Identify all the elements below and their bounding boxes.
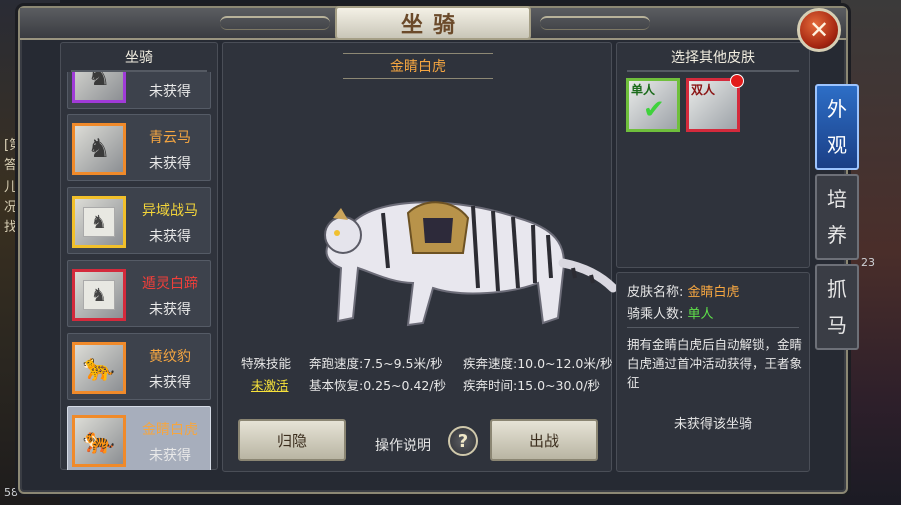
horse-card-icon: ♞ <box>72 269 126 321</box>
info-divider <box>627 327 799 328</box>
header-divider <box>627 70 799 72</box>
skin-name-value: 金睛白虎 <box>687 285 740 300</box>
white-tiger-model[interactable] <box>313 173 623 338</box>
skill-inactive-link[interactable]: 未激活 <box>251 375 289 394</box>
mount-status: 未获得 <box>149 375 191 391</box>
mount-list-item[interactable]: ♞ 未获得 <box>67 72 211 109</box>
close-icon: ✕ <box>808 16 830 44</box>
mount-list-item[interactable]: ♞ 异域战马 未获得 <box>67 187 211 254</box>
special-skill-label: 特殊技能 <box>241 356 292 371</box>
mount-name: 遁灵白蹄 <box>142 276 198 292</box>
leopard-icon: 🐆 <box>72 342 126 394</box>
skin-info-panel: 皮肤名称: 金睛白虎 骑乘人数: 单人 拥有金睛白虎后自动解锁，金睛白虎通过首冲… <box>616 272 810 472</box>
tab-label: 培 <box>827 187 847 211</box>
mount-name: 金睛白虎 <box>142 422 198 438</box>
mount-name: 青云马 <box>149 130 191 146</box>
skin-name-label: 皮肤名称: <box>627 285 684 300</box>
close-button[interactable]: ✕ <box>797 8 841 52</box>
mount-status: 未获得 <box>149 84 191 100</box>
tab-label: 外 <box>827 97 847 121</box>
mount-status: 未获得 <box>149 302 191 318</box>
window-title: 坐骑 <box>335 6 531 40</box>
sprint-time: 疾奔时间:15.0~30.0/秒 <box>463 378 601 393</box>
tab-label: 养 <box>827 223 847 247</box>
ownership-status: 未获得该坐骑 <box>673 417 752 432</box>
ride-button[interactable]: 出战 <box>490 419 598 461</box>
skin-name-row: 皮肤名称: 金睛白虎 <box>627 281 740 300</box>
title-bar: 坐骑 <box>20 6 846 40</box>
mount-list-item[interactable]: 🐆 黄纹豹 未获得 <box>67 333 211 400</box>
tab-label: 观 <box>827 133 847 157</box>
tab-train[interactable]: 培 养 <box>815 174 859 260</box>
base-recovery: 基本恢复:0.25~0.42/秒 <box>309 378 447 393</box>
skin-option-label: 双人 <box>691 83 716 97</box>
notification-dot-icon <box>730 74 744 88</box>
mount-list-panel: 坐骑 ♞ 未获得 ♞ 青云马 未获得 ♞ 异域战马 未获得 ♞ 遁灵白蹄 未获得… <box>60 42 218 470</box>
item-count: 23 <box>861 256 875 269</box>
mount-status: 未获得 <box>149 229 191 245</box>
mount-list-header: 坐骑 <box>125 50 153 66</box>
mount-status: 未获得 <box>149 156 191 172</box>
help-icon[interactable]: ? <box>448 426 478 456</box>
mount-list-item-selected[interactable]: 🐅 金睛白虎 未获得 <box>67 406 211 470</box>
riders-row: 骑乘人数: 单人 <box>627 303 714 322</box>
riders-value: 单人 <box>687 307 714 322</box>
run-speed: 奔跑速度:7.5~9.5米/秒 <box>309 356 443 371</box>
riders-label: 骑乘人数: <box>627 307 684 322</box>
quest-text-line: 况 <box>4 200 18 215</box>
horse-icon: ♞ <box>72 72 126 103</box>
tab-capture[interactable]: 抓 马 <box>815 264 859 350</box>
skin-description: 拥有金睛白虎后自动解锁，金睛白虎通过首冲活动获得，王者象征 <box>627 337 803 390</box>
tab-appearance[interactable]: 外 观 <box>815 84 859 170</box>
help-label[interactable]: 操作说明 <box>375 435 431 455</box>
title-ornament-right <box>540 16 650 30</box>
mount-status: 未获得 <box>149 448 191 464</box>
mount-list-item[interactable]: ♞ 青云马 未获得 <box>67 114 211 181</box>
skin-select-header: 选择其他皮肤 <box>671 50 755 66</box>
mount-list-scroll[interactable]: ♞ 未获得 ♞ 青云马 未获得 ♞ 异域战马 未获得 ♞ 遁灵白蹄 未获得 🐆 … <box>61 72 219 470</box>
tab-label: 马 <box>827 313 847 337</box>
horse-icon: ♞ <box>72 123 126 175</box>
title-ornament-left <box>220 16 330 30</box>
skin-option-double[interactable]: 双人 <box>686 74 744 132</box>
skin-option-single[interactable]: 单人 ✔ <box>626 78 680 132</box>
tiger-icon: 🐅 <box>72 415 126 467</box>
checkmark-icon: ✔ <box>643 95 665 125</box>
hide-button[interactable]: 归隐 <box>238 419 346 461</box>
mount-name: 黄纹豹 <box>149 349 191 365</box>
horse-card-icon: ♞ <box>72 196 126 248</box>
mount-name-plate: 金睛白虎 <box>343 53 493 79</box>
mount-preview-panel: 金睛白虎 特殊技能 奔跑速度:7.5~9.5米/秒 疾奔速度:10.0~12.0… <box>222 42 618 472</box>
skin-select-panel: 选择其他皮肤 单人 ✔ 双人 <box>616 42 810 268</box>
sprint-speed: 疾奔速度:10.0~12.0米/秒 <box>463 356 613 371</box>
mount-list-item[interactable]: ♞ 遁灵白蹄 未获得 <box>67 260 211 327</box>
mount-name: 异域战马 <box>142 203 198 219</box>
tab-label: 抓 <box>827 277 847 301</box>
